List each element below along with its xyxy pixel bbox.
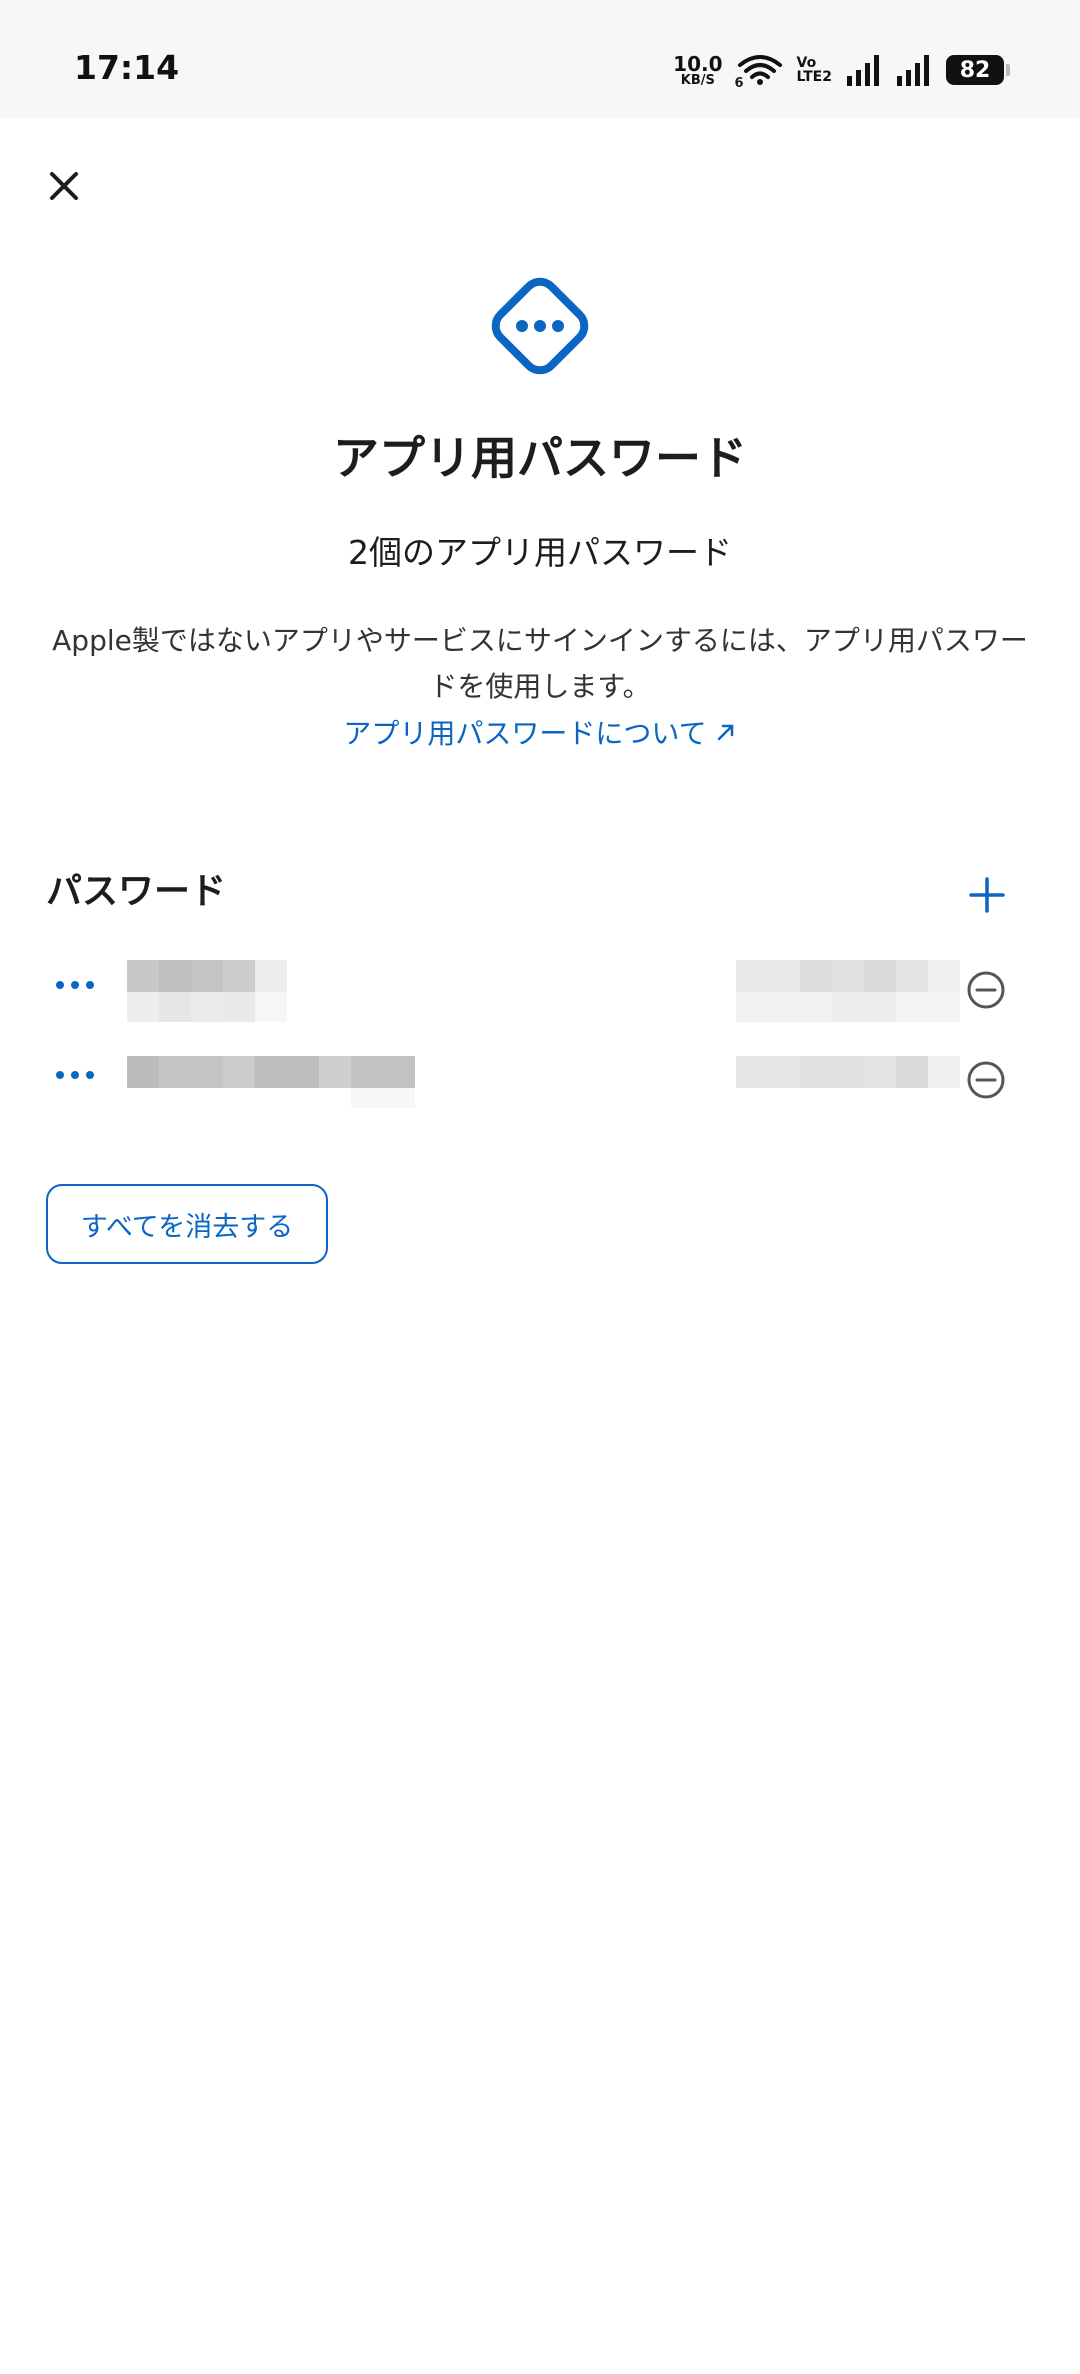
volte-bottom: LTE2 — [796, 69, 832, 85]
learn-more-label: アプリ用パスワードについて — [343, 717, 707, 750]
remove-password-button[interactable] — [964, 1058, 1008, 1102]
passwords-section-title: パスワード — [46, 871, 227, 912]
app-password-diamond-icon — [491, 277, 589, 375]
ellipsis-icon — [56, 1071, 94, 1079]
password-count: 2個のアプリ用パスワード — [348, 533, 732, 572]
network-speed: 10.0 KB/S — [673, 54, 722, 87]
password-options-button[interactable] — [50, 1060, 100, 1090]
password-row — [0, 950, 1080, 1030]
close-button[interactable] — [40, 162, 88, 210]
signal-icon-2 — [897, 55, 929, 86]
signal-icon — [847, 55, 879, 86]
plus-icon — [969, 877, 1005, 913]
wifi-icon: 6 — [735, 53, 783, 91]
password-options-button[interactable] — [50, 970, 100, 1000]
page-title: アプリ用パスワード — [333, 431, 747, 485]
volte-top: Vo — [796, 55, 817, 71]
volte-indicator: Vo LTE2 — [797, 56, 832, 84]
ellipsis-icon — [56, 981, 94, 989]
close-icon — [50, 172, 78, 200]
learn-more-link[interactable]: アプリ用パスワードについて — [0, 712, 1080, 752]
remove-password-button[interactable] — [964, 968, 1008, 1012]
external-link-arrow-icon — [715, 717, 737, 750]
status-bar: 17:14 10.0 KB/S 6 Vo LTE2 82 — [0, 0, 1080, 118]
network-speed-value: 10.0 — [673, 51, 723, 76]
minus-circle-icon — [967, 971, 1005, 1009]
password-row — [0, 1040, 1080, 1120]
status-time: 17:14 — [74, 48, 180, 87]
battery-indicator: 82 — [946, 55, 1010, 85]
wifi-label: 6 — [734, 76, 744, 91]
clear-all-button[interactable]: すべてを消去する — [46, 1184, 328, 1264]
status-icons: 10.0 KB/S 6 Vo LTE2 82 — [673, 50, 1010, 91]
network-speed-unit: KB/S — [680, 72, 715, 88]
description-text: Apple製ではないアプリやサービスにサインインするには、アプリ用パスワードを使… — [52, 624, 1028, 703]
minus-circle-icon — [967, 1061, 1005, 1099]
add-password-button[interactable] — [960, 868, 1014, 922]
